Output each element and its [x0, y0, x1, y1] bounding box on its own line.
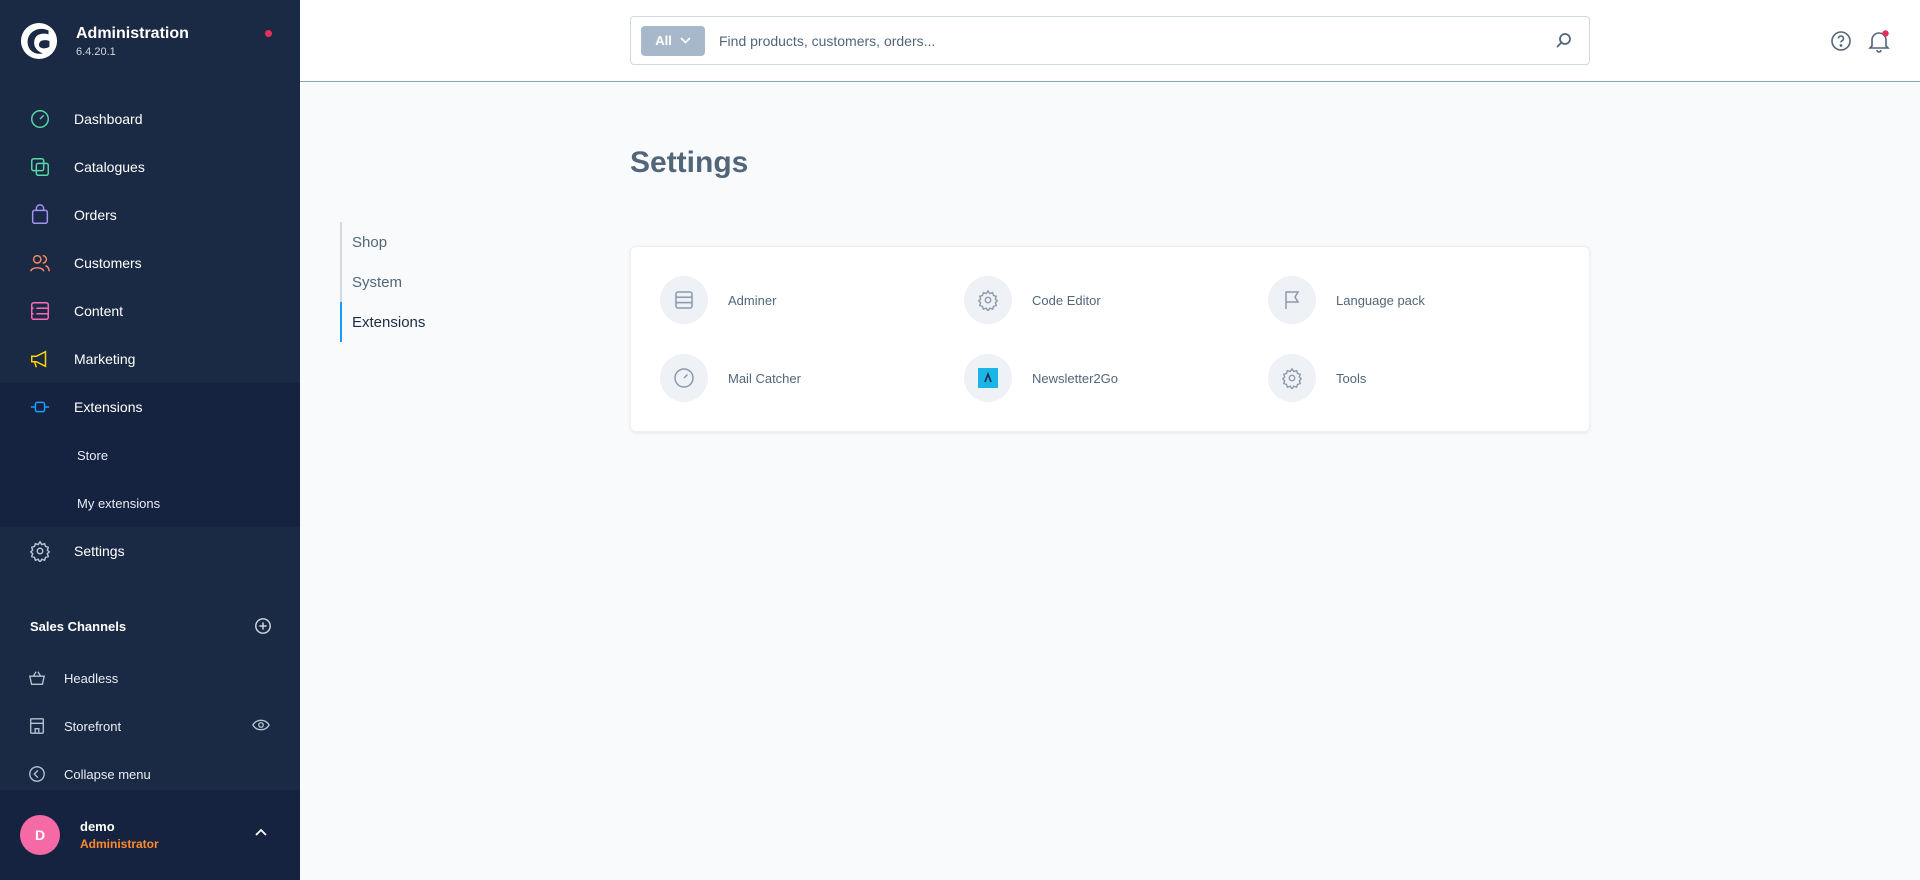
settings-tabs: Shop System Extensions — [340, 222, 425, 342]
sidebar-header: Administration 6.4.20.1 — [0, 0, 300, 82]
sales-channels: Sales Channels Headless Storefront Colla… — [0, 598, 300, 798]
catalogue-icon — [28, 155, 52, 179]
marketing-icon — [28, 347, 52, 371]
newsletter2go-logo-icon — [964, 354, 1012, 402]
main-nav: Dashboard Catalogues Orders Customers Co… — [0, 95, 300, 575]
database-icon — [660, 276, 708, 324]
extensions-icon — [28, 395, 52, 419]
search-icon[interactable] — [1555, 32, 1573, 50]
nav-item-customers[interactable]: Customers — [0, 239, 300, 287]
nav-group-extensions: Extensions Store My extensions — [0, 383, 300, 527]
settings-item-adminer[interactable]: Adminer — [660, 276, 776, 324]
nav-item-catalogues[interactable]: Catalogues — [0, 143, 300, 191]
settings-item-mail-catcher[interactable]: Mail Catcher — [660, 354, 801, 402]
settings-item-code-editor[interactable]: Code Editor — [964, 276, 1101, 324]
flag-icon — [1268, 276, 1316, 324]
gear-icon — [28, 539, 52, 563]
orders-icon — [28, 203, 52, 227]
search-input[interactable] — [719, 25, 1519, 56]
nav-item-orders[interactable]: Orders — [0, 191, 300, 239]
app-version: 6.4.20.1 — [76, 45, 116, 58]
nav-item-settings[interactable]: Settings — [0, 527, 300, 575]
sales-channels-header: Sales Channels — [0, 598, 300, 654]
gear-icon — [1268, 354, 1316, 402]
sales-channel-storefront[interactable]: Storefront — [0, 702, 300, 750]
collapse-icon — [29, 766, 45, 782]
user-name: demo — [80, 819, 115, 834]
nav-sub-store[interactable]: Store — [0, 431, 300, 479]
tab-system[interactable]: System — [340, 262, 425, 302]
user-panel[interactable]: D demo Administrator — [0, 790, 300, 880]
settings-item-tools[interactable]: Tools — [1268, 354, 1366, 402]
nav-item-marketing[interactable]: Marketing — [0, 335, 300, 383]
settings-item-language-pack[interactable]: Language pack — [1268, 276, 1425, 324]
chevron-up-icon[interactable] — [254, 827, 268, 837]
nav-item-content[interactable]: Content — [0, 287, 300, 335]
extensions-card: Adminer Code Editor Language pack Mail C… — [630, 246, 1590, 432]
dashboard-icon — [28, 107, 52, 131]
avatar: D — [20, 815, 60, 855]
shopware-logo-icon[interactable] — [20, 22, 58, 60]
gauge-icon — [660, 354, 708, 402]
nav-item-extensions[interactable]: Extensions — [0, 383, 300, 431]
help-icon[interactable] — [1830, 30, 1852, 52]
nav-sub-my-extensions[interactable]: My extensions — [0, 479, 300, 527]
global-search: All — [630, 16, 1590, 65]
store-icon — [30, 718, 44, 734]
nav-item-dashboard[interactable]: Dashboard — [0, 95, 300, 143]
topbar: All — [300, 0, 1920, 82]
eye-icon[interactable] — [252, 718, 270, 732]
notification-dot — [265, 30, 272, 37]
tab-extensions[interactable]: Extensions — [340, 302, 425, 342]
settings-item-newsletter2go[interactable]: Newsletter2Go — [964, 354, 1118, 402]
gear-icon — [964, 276, 1012, 324]
bell-icon[interactable] — [1866, 28, 1892, 54]
search-type-select[interactable]: All — [641, 25, 705, 56]
app-title: Administration — [76, 24, 189, 42]
sales-channel-headless[interactable]: Headless — [0, 654, 300, 702]
customers-icon — [28, 251, 52, 275]
add-sales-channel-icon[interactable] — [254, 617, 272, 635]
basket-icon — [28, 671, 46, 685]
sidebar: Administration 6.4.20.1 Dashboard Catalo… — [0, 0, 300, 880]
page-title: Settings — [630, 146, 749, 179]
chevron-down-icon — [680, 37, 691, 44]
user-role: Administrator — [80, 837, 159, 851]
tab-shop[interactable]: Shop — [340, 222, 425, 262]
sales-channels-title: Sales Channels — [30, 618, 127, 634]
content-icon — [28, 299, 52, 323]
